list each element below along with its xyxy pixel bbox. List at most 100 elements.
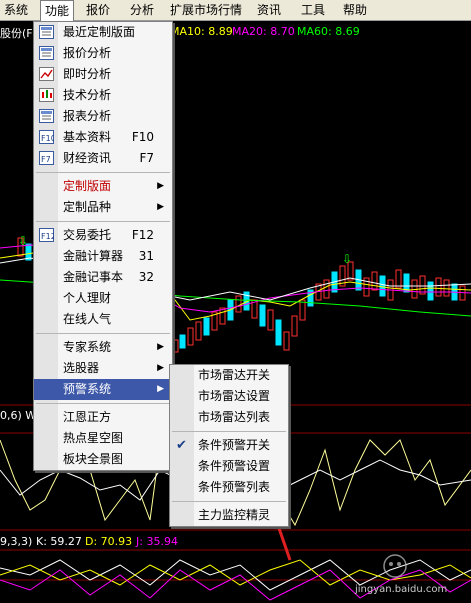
function-menu-item-17[interactable]: 专家系统 ▶ — [34, 337, 172, 358]
function-menu-item-label: 在线人气 — [63, 312, 112, 326]
function-menu-item-11[interactable]: F12 交易委托 F12 — [34, 225, 172, 246]
function-menu-item-label: 财经资讯 — [63, 151, 112, 165]
function-menu-item-label: 金融计算器 — [63, 249, 124, 263]
function-menu-item-label: 板块全景图 — [63, 452, 124, 466]
function-menu-item-21[interactable]: 江恩正方 — [34, 407, 172, 428]
function-menu-item-1[interactable]: 报价分析 — [34, 43, 172, 64]
alert-submenu-item-label: 条件预警设置 — [198, 459, 271, 473]
menubar-item-4[interactable]: 扩展市场行情 — [166, 0, 246, 20]
function-menu-item-3[interactable]: 技术分析 — [34, 85, 172, 106]
alert-submenu-item-6[interactable]: 条件预警列表 — [170, 477, 288, 498]
alert-submenu-item-label: 条件预警列表 — [198, 480, 271, 494]
candlestick — [427, 281, 434, 301]
layout-icon — [39, 25, 54, 39]
function-menu-item-15[interactable]: 在线人气 — [34, 309, 172, 330]
kdj-k-label: K: 59.27 — [36, 535, 82, 548]
ma10-label: MA10: 8.89 — [170, 25, 233, 38]
function-menu-item-19[interactable]: 预警系统 ▶ — [34, 379, 172, 400]
menu-separator — [172, 501, 286, 502]
menubar-item-0[interactable]: 系统 — [0, 0, 32, 20]
alert-system-submenu: 市场雷达开关 市场雷达设置 市场雷达列表 ✔ 条件预警开关 条件预警设置 条件预警列表 主力监… — [169, 364, 289, 527]
candlestick — [179, 334, 186, 349]
candlestick — [275, 319, 282, 346]
menu-separator — [36, 333, 170, 334]
menubar-item-1[interactable]: 功能 — [40, 0, 75, 21]
function-menu-item-23[interactable]: 板块全景图 — [34, 449, 172, 470]
function-menu-item-label: 最近定制版面 — [63, 25, 136, 39]
indicator-param-label: 0,6) W — [0, 409, 37, 422]
alert-submenu-item-5[interactable]: 条件预警设置 — [170, 456, 288, 477]
function-menu-item-label: 交易委托 — [63, 228, 112, 242]
menu-separator — [36, 221, 170, 222]
line-chart-icon — [39, 67, 54, 81]
function-menu-item-13[interactable]: 金融记事本 32 — [34, 267, 172, 288]
menubar-item-5[interactable]: 资讯 — [253, 0, 285, 20]
function-menu-item-label: 预警系统 — [63, 382, 112, 396]
svg-text:⇩: ⇩ — [18, 234, 28, 248]
watermark-url: jingyan.baidu.com — [355, 584, 448, 595]
function-menu-item-label: 金融记事本 — [63, 270, 124, 284]
checkmark-icon: ✔ — [176, 438, 187, 453]
function-menu: 最近定制版面 报价分析 即时分析 技术分析 报表分析 F10 基本资料 F10 F7 财经资讯 F7… — [33, 21, 173, 471]
menubar-item-2[interactable]: 报价 — [82, 0, 114, 20]
submenu-arrow-icon: ▶ — [157, 384, 164, 394]
function-menu-item-4[interactable]: 报表分析 — [34, 106, 172, 127]
submenu-arrow-icon: ▶ — [157, 342, 164, 352]
menu-separator — [36, 172, 170, 173]
ma60-label: MA60: 8.69 — [297, 25, 360, 38]
function-menu-item-label: 专家系统 — [63, 340, 112, 354]
menu-separator — [36, 403, 170, 404]
menubar-item-6[interactable]: 工具 — [297, 0, 329, 20]
quote-icon — [39, 46, 54, 60]
function-menu-item-14[interactable]: 个人理财 — [34, 288, 172, 309]
function-menu-item-12[interactable]: 金融计算器 31 — [34, 246, 172, 267]
candlestick — [379, 275, 386, 297]
shortcut-text: 32 — [138, 270, 154, 284]
candlestick — [203, 317, 210, 336]
svg-text:F12: F12 — [41, 232, 54, 241]
function-menu-item-label: 技术分析 — [63, 88, 112, 102]
function-menu-item-18[interactable]: 选股器 ▶ — [34, 358, 172, 379]
alert-submenu-item-label: 市场雷达列表 — [198, 410, 271, 424]
function-menu-item-5[interactable]: F10 基本资料 F10 — [34, 127, 172, 148]
submenu-arrow-icon: ▶ — [157, 202, 164, 212]
alert-submenu-item-label: 主力监控精灵 — [198, 508, 271, 522]
function-menu-item-label: 江恩正方 — [63, 410, 112, 424]
kdj-d-label: D: 70.93 — [85, 535, 133, 548]
shortcut-text: F10 — [131, 130, 154, 144]
function-menu-item-2[interactable]: 即时分析 — [34, 64, 172, 85]
candle-icon — [39, 88, 54, 102]
function-menu-item-9[interactable]: 定制品种 ▶ — [34, 197, 172, 218]
stock-name-label: 股份(F — [0, 27, 33, 40]
function-menu-item-label: 报表分析 — [63, 109, 112, 123]
alert-submenu-item-2[interactable]: 市场雷达列表 — [170, 407, 288, 428]
alert-submenu-item-label: 市场雷达开关 — [198, 368, 271, 382]
submenu-arrow-icon: ▶ — [157, 363, 164, 373]
function-menu-item-22[interactable]: 热点星空图 — [34, 428, 172, 449]
function-menu-item-label: 定制版面 — [63, 179, 112, 193]
alert-submenu-item-label: 市场雷达设置 — [198, 389, 271, 403]
shortcut-text: 31 — [138, 249, 154, 263]
menubar-item-3[interactable]: 分析 — [126, 0, 158, 20]
menu-separator — [172, 431, 286, 432]
alert-submenu-item-0[interactable]: 市场雷达开关 — [170, 365, 288, 386]
f12-icon: F12 — [39, 228, 56, 242]
menubar-item-7[interactable]: 帮助 — [339, 0, 371, 20]
shortcut-text: F7 — [139, 151, 154, 165]
alert-submenu-item-1[interactable]: 市场雷达设置 — [170, 386, 288, 407]
function-menu-item-label: 即时分析 — [63, 67, 112, 81]
function-menu-item-6[interactable]: F7 财经资讯 F7 — [34, 148, 172, 169]
ma20-label: MA20: 8.70 — [232, 25, 295, 38]
submenu-arrow-icon: ▶ — [157, 181, 164, 191]
alert-submenu-item-8[interactable]: 主力监控精灵 — [170, 505, 288, 526]
function-menu-item-label: 选股器 — [63, 361, 100, 375]
svg-text:⇩: ⇩ — [342, 252, 352, 266]
function-menu-item-0[interactable]: 最近定制版面 — [34, 22, 172, 43]
function-menu-item-label: 个人理财 — [63, 291, 112, 305]
candlestick — [259, 304, 266, 327]
function-menu-item-label: 热点星空图 — [63, 431, 124, 445]
alert-submenu-item-label: 条件预警开关 — [198, 438, 271, 452]
menu-bar: 系统 功能 报价 分析 扩展市场行情 资讯 工具 帮助 — [0, 0, 471, 21]
alert-submenu-item-4[interactable]: ✔ 条件预警开关 — [170, 435, 288, 456]
function-menu-item-8[interactable]: 定制版面 ▶ — [34, 176, 172, 197]
